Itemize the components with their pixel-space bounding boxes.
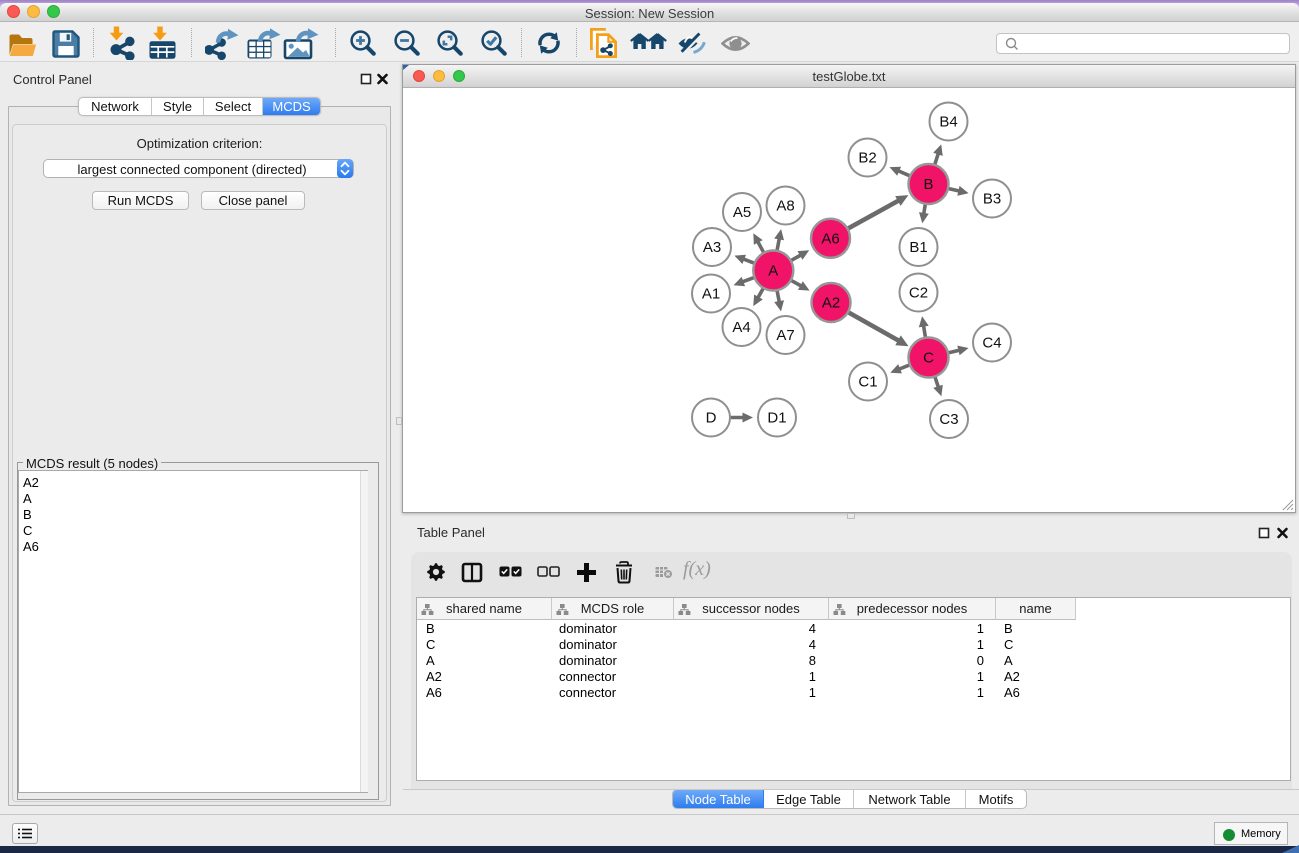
svg-text:B1: B1 — [909, 239, 927, 256]
svg-text:C4: C4 — [982, 335, 1001, 352]
svg-text:A: A — [768, 263, 778, 280]
svg-text:A3: A3 — [703, 239, 721, 256]
svg-text:A5: A5 — [733, 204, 751, 221]
svg-text:B4: B4 — [939, 114, 957, 131]
svg-text:C3: C3 — [939, 411, 958, 428]
svg-text:A8: A8 — [776, 198, 794, 215]
svg-text:D: D — [706, 410, 717, 427]
svg-text:B3: B3 — [983, 191, 1001, 208]
svg-text:C1: C1 — [858, 374, 877, 391]
svg-text:B2: B2 — [858, 150, 876, 167]
svg-text:A2: A2 — [822, 295, 840, 312]
svg-text:D1: D1 — [767, 410, 786, 427]
svg-text:A6: A6 — [821, 230, 839, 247]
svg-text:C: C — [923, 350, 934, 367]
svg-text:C2: C2 — [909, 285, 928, 302]
svg-text:A7: A7 — [776, 327, 794, 344]
svg-text:A4: A4 — [732, 319, 750, 336]
svg-text:A1: A1 — [702, 286, 720, 303]
svg-text:B: B — [923, 176, 933, 193]
